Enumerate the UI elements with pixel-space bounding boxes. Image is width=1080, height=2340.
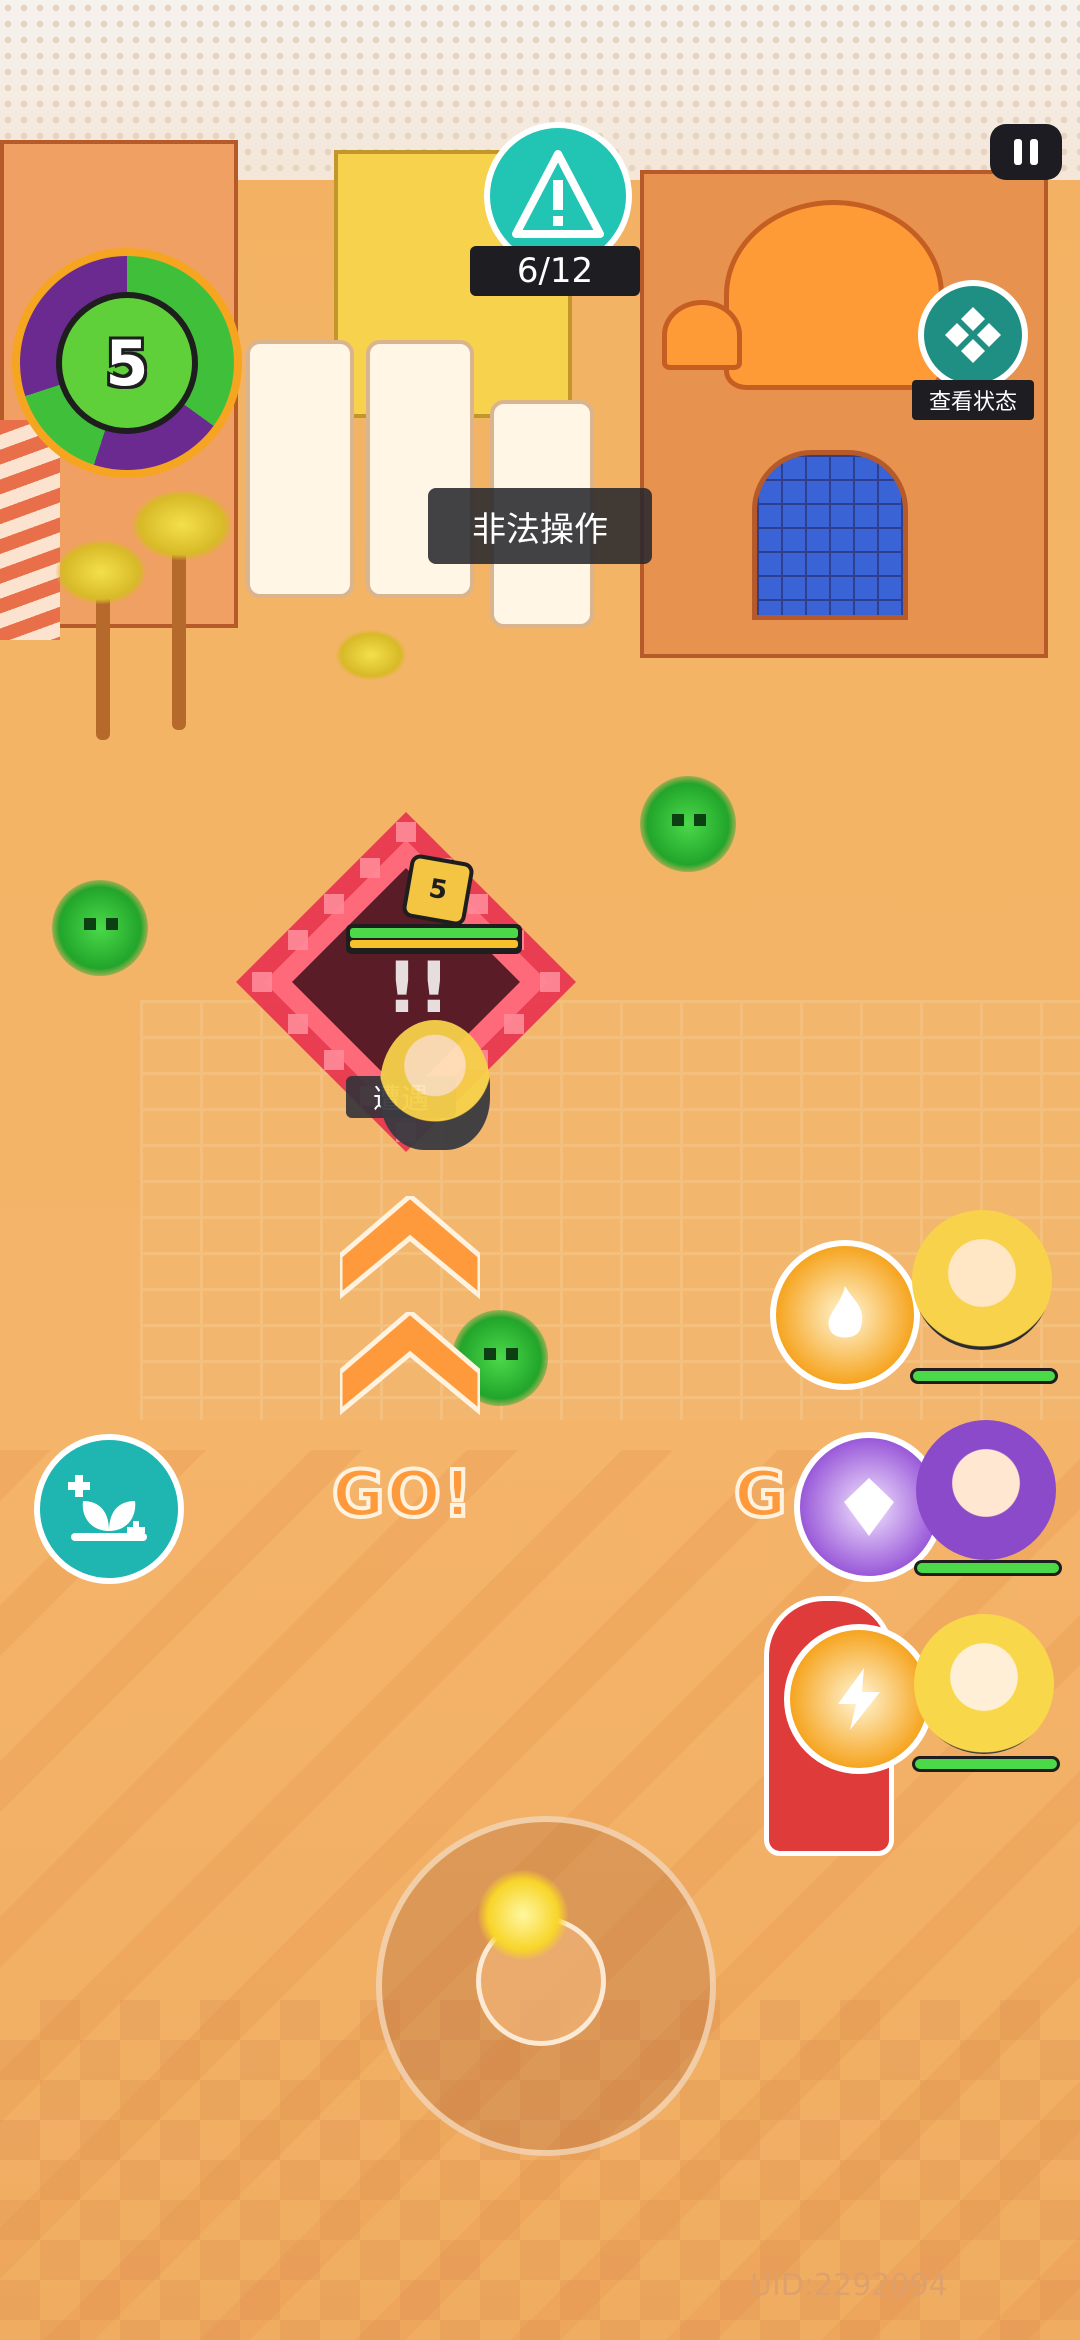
party-skill-3[interactable]	[784, 1624, 934, 1774]
party-hp-fill-3	[915, 1759, 1057, 1769]
slime-enemy-1	[52, 880, 148, 976]
forward-chevron-1	[340, 1196, 480, 1300]
level-core: 5	[56, 292, 198, 434]
party-hp-3	[912, 1756, 1060, 1772]
enemy-hp-bar	[346, 924, 522, 954]
enemy-level-value: 5	[426, 873, 450, 907]
palm-leaves-1	[132, 490, 232, 560]
user-id: UID:2292094	[750, 2268, 948, 2303]
party-portrait-1[interactable]	[912, 1210, 1052, 1350]
game-stage: !! 5 遭遇 GO! G 5 6/12	[0, 0, 1080, 2340]
palace-dome	[724, 200, 944, 390]
grid-diamond-icon	[945, 307, 1001, 363]
palm-trunk-2	[96, 580, 110, 740]
quest-counter: 6/12	[470, 246, 640, 296]
enemy-level-badge: 5	[400, 852, 476, 928]
palm-small	[336, 630, 406, 680]
sprout-heal-icon	[68, 1475, 147, 1541]
go-prompt-left: GO!	[330, 1456, 475, 1534]
player-character	[380, 1020, 490, 1150]
enemy-shield-fill	[350, 940, 518, 948]
party-hp-fill-2	[917, 1563, 1059, 1573]
flame-skill-icon	[828, 1286, 863, 1338]
view-status-button[interactable]	[918, 280, 1028, 390]
pause-button[interactable]	[990, 124, 1062, 180]
party-hp-2	[914, 1560, 1062, 1576]
enemy-hp-fill	[350, 928, 518, 938]
party-portrait-2[interactable]	[916, 1420, 1056, 1560]
party-portrait-3[interactable]	[914, 1614, 1054, 1754]
heal-skill-button[interactable]	[34, 1434, 184, 1584]
slime-enemy-2	[640, 776, 736, 872]
crystal-skill-icon	[844, 1478, 894, 1536]
pause-icon-bar	[1030, 139, 1038, 165]
awning-stripes	[0, 420, 60, 640]
small-dome	[662, 300, 742, 370]
player-marker	[478, 1870, 568, 1960]
level-gauge: 5	[12, 248, 242, 478]
level-number: 5	[105, 326, 149, 400]
party-hp-1	[910, 1368, 1058, 1384]
alert-icon	[512, 150, 604, 238]
bus-1	[246, 340, 354, 598]
party-skill-1[interactable]	[770, 1240, 920, 1390]
palm-leaves-2	[56, 540, 146, 604]
party-hp-fill-1	[913, 1371, 1055, 1381]
illegal-operation-banner: 非法操作	[428, 488, 652, 564]
svg-text:!!: !!	[386, 947, 450, 1029]
forward-chevron-2	[340, 1312, 480, 1416]
palace-door	[752, 450, 908, 620]
go-prompt-right: G	[732, 1456, 789, 1534]
view-status-label[interactable]: 查看状态	[912, 380, 1034, 420]
bolt-skill-icon	[838, 1668, 880, 1730]
pause-icon	[1014, 139, 1022, 165]
palm-trunk-1	[172, 540, 186, 730]
